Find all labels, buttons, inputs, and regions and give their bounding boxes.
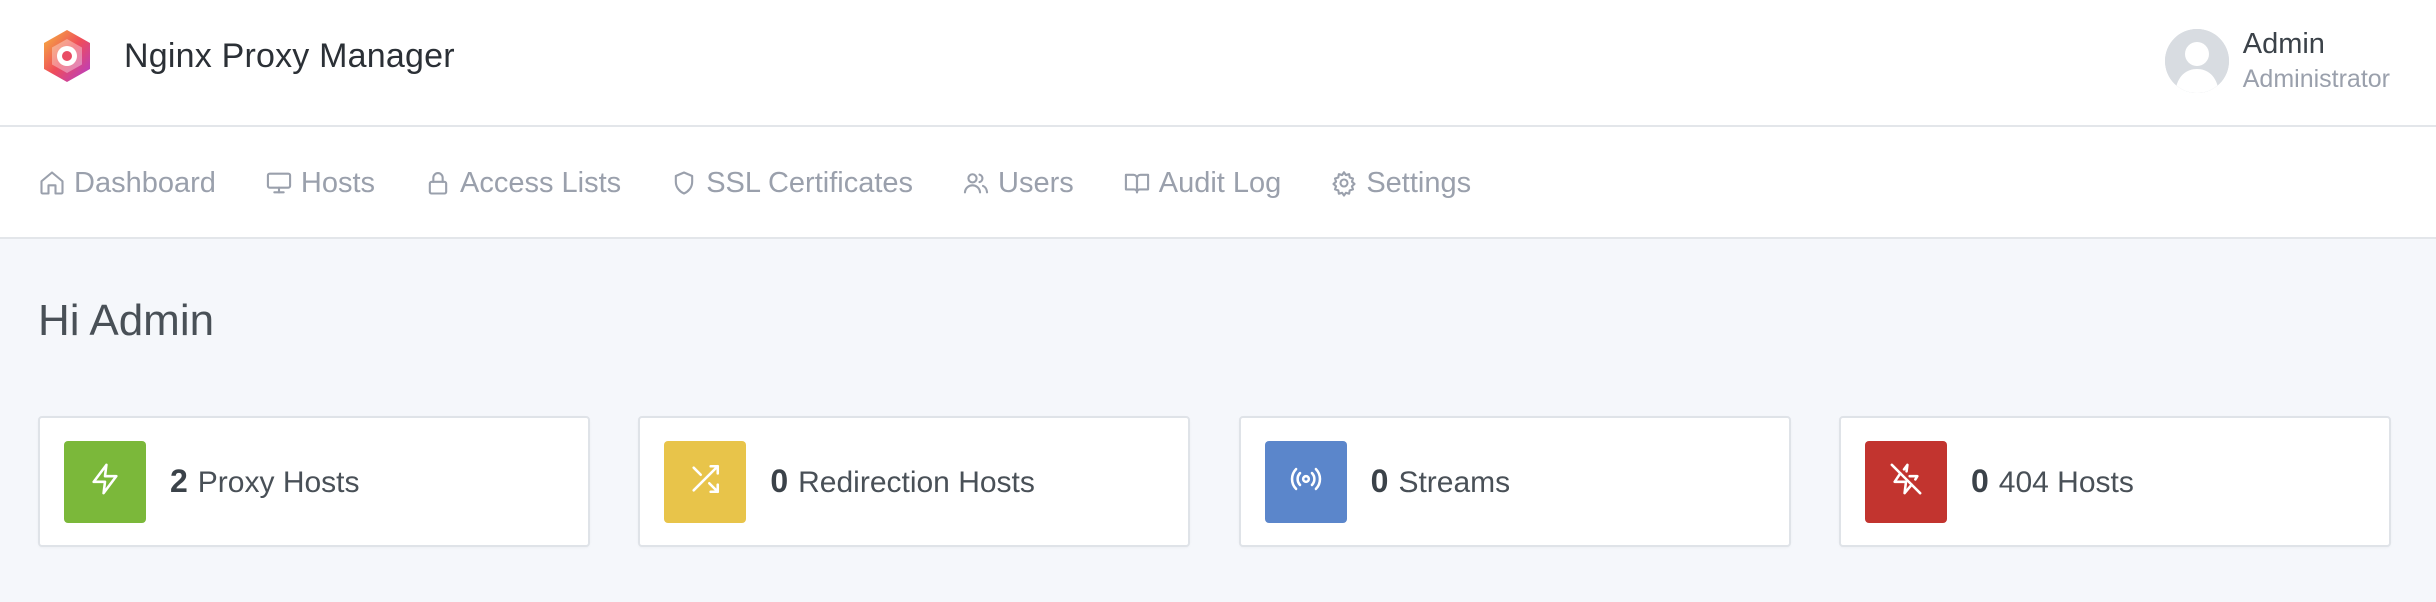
page-title: Hi Admin [38,296,215,345]
main-nav: Dashboard Hosts Access Lists SSL Certifi… [0,127,2436,239]
user-avatar-icon [2164,29,2229,93]
nav-label: Dashboard [74,166,216,199]
user-menu[interactable]: Admin Administrator [2164,27,2390,95]
lock-icon [424,169,452,197]
nav-label: Audit Log [1158,166,1282,199]
nav-label: Users [998,166,1074,199]
card-label: Redirection Hosts [798,466,1035,499]
nginx-proxy-manager-logo-icon [38,27,96,85]
card-icon-box [1864,440,1947,523]
nav-item-users[interactable]: Users [962,155,1074,211]
users-icon [962,169,990,197]
zap-icon [88,462,122,501]
user-role: Administrator [2242,65,2390,94]
top-header: Nginx Proxy Manager Admin Administrator [0,0,2436,127]
redirection-hosts-card[interactable]: 0 Redirection Hosts [638,416,1191,547]
app-title: Nginx Proxy Manager [124,36,455,75]
404-hosts-card[interactable]: 0 404 Hosts [1838,416,2391,547]
stats-cards: 2 Proxy Hosts 0 Redirection Hosts 0 Stre… [38,416,2391,547]
monitor-icon [265,169,293,197]
card-icon-box [64,440,146,523]
nav-item-settings[interactable]: Settings [1330,155,1471,211]
nav-item-dashboard[interactable]: Dashboard [38,155,216,211]
card-label: Proxy Hosts [197,466,360,499]
brand[interactable]: Nginx Proxy Manager [38,27,455,85]
zap-off-icon [1889,462,1923,501]
home-icon [38,169,66,197]
nav-label: SSL Certificates [706,166,914,199]
streams-card[interactable]: 0 Streams [1238,416,1791,547]
avatar[interactable] [2164,29,2229,93]
card-icon-box [1264,440,1347,523]
radio-icon [1289,462,1323,501]
gear-icon [1330,169,1358,197]
card-count: 0 [1370,463,1389,499]
shuffle-icon [688,462,722,501]
nav-label: Hosts [300,166,376,199]
card-count: 0 [1970,463,1989,499]
card-label: Streams [1398,466,1511,499]
nav-label: Settings [1366,166,1472,199]
card-count: 2 [170,463,188,499]
book-open-icon [1123,169,1151,197]
proxy-hosts-card[interactable]: 2 Proxy Hosts [38,416,590,547]
nav-item-ssl-certificates[interactable]: SSL Certificates [670,155,913,211]
nav-label: Access Lists [460,166,622,199]
nav-item-audit-log[interactable]: Audit Log [1123,155,1282,211]
card-label: 404 Hosts [1998,466,2134,499]
card-icon-box [664,440,747,523]
nav-item-hosts[interactable]: Hosts [265,155,375,211]
nav-item-access-lists[interactable]: Access Lists [424,155,621,211]
card-count: 0 [770,463,789,499]
user-name: Admin [2242,27,2325,60]
shield-icon [670,169,698,197]
